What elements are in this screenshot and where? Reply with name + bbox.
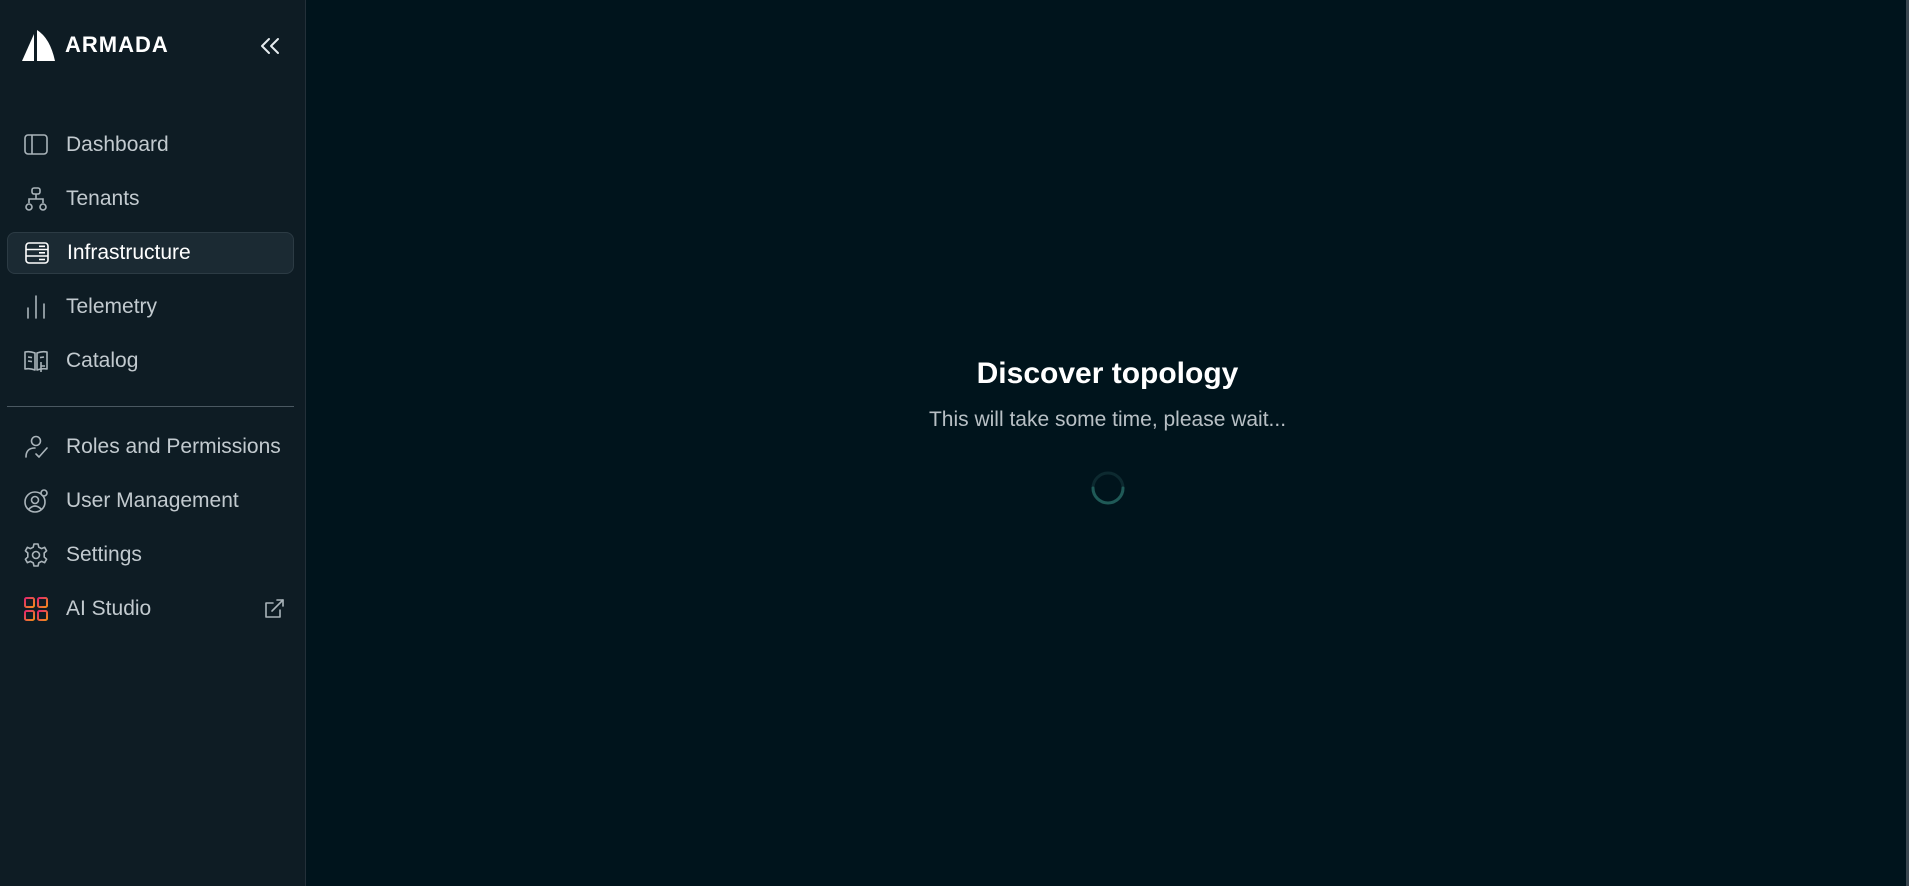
catalog-icon	[22, 347, 50, 375]
sidebar-item-catalog[interactable]: Catalog	[7, 340, 294, 382]
gear-icon	[22, 541, 50, 569]
sidebar-item-telemetry[interactable]: Telemetry	[7, 286, 294, 328]
sidebar-item-label: User Management	[66, 489, 239, 512]
sidebar: ARMADA Dashboard Tenants Infrastructure …	[0, 0, 306, 886]
user-management-icon	[22, 487, 50, 515]
external-link-icon[interactable]	[262, 597, 286, 621]
primary-nav: Dashboard Tenants Infrastructure Telemet…	[7, 124, 294, 394]
sidebar-item-label: Roles and Permissions	[66, 435, 281, 458]
dashboard-icon	[22, 131, 50, 159]
brand-name: ARMADA	[65, 32, 169, 57]
app-root: ARMADA Dashboard Tenants Infrastructure …	[0, 0, 1909, 886]
loading-spinner-icon	[1090, 470, 1126, 506]
sidebar-item-tenants[interactable]: Tenants	[7, 178, 294, 220]
main-content: Discover topology This will take some ti…	[306, 0, 1909, 886]
sidebar-item-label: Dashboard	[66, 133, 169, 156]
roles-icon	[22, 433, 50, 461]
sidebar-item-label: Tenants	[66, 187, 140, 210]
loading-message: This will take some time, please wait...	[928, 408, 1287, 431]
sidebar-item-label: Infrastructure	[67, 241, 191, 264]
sidebar-item-label: Settings	[66, 543, 142, 566]
sidebar-item-label: AI Studio	[66, 597, 152, 620]
armada-logo-icon	[22, 30, 55, 61]
sidebar-item-ai-studio[interactable]: AI Studio	[7, 588, 294, 630]
sidebar-item-label: Catalog	[66, 349, 139, 372]
brand[interactable]: ARMADA	[20, 28, 169, 62]
tenants-icon	[22, 185, 50, 213]
sidebar-item-label: Telemetry	[66, 295, 158, 318]
telemetry-icon	[22, 293, 50, 321]
sidebar-item-roles-and-permissions[interactable]: Roles and Permissions	[7, 426, 294, 468]
page-title: Discover topology	[976, 357, 1239, 390]
sidebar-item-settings[interactable]: Settings	[7, 534, 294, 576]
sidebar-item-user-management[interactable]: User Management	[7, 480, 294, 522]
ai-studio-icon	[22, 595, 50, 623]
secondary-nav: Roles and Permissions User Management Se…	[7, 426, 294, 642]
chevrons-left-icon	[261, 38, 279, 54]
sidebar-item-dashboard[interactable]: Dashboard	[7, 124, 294, 166]
sidebar-divider	[7, 406, 294, 407]
collapse-sidebar-button[interactable]	[254, 30, 286, 62]
sidebar-item-infrastructure[interactable]: Infrastructure	[7, 232, 294, 274]
infrastructure-icon	[23, 239, 51, 267]
topology-loader: Discover topology This will take some ti…	[306, 354, 1909, 506]
